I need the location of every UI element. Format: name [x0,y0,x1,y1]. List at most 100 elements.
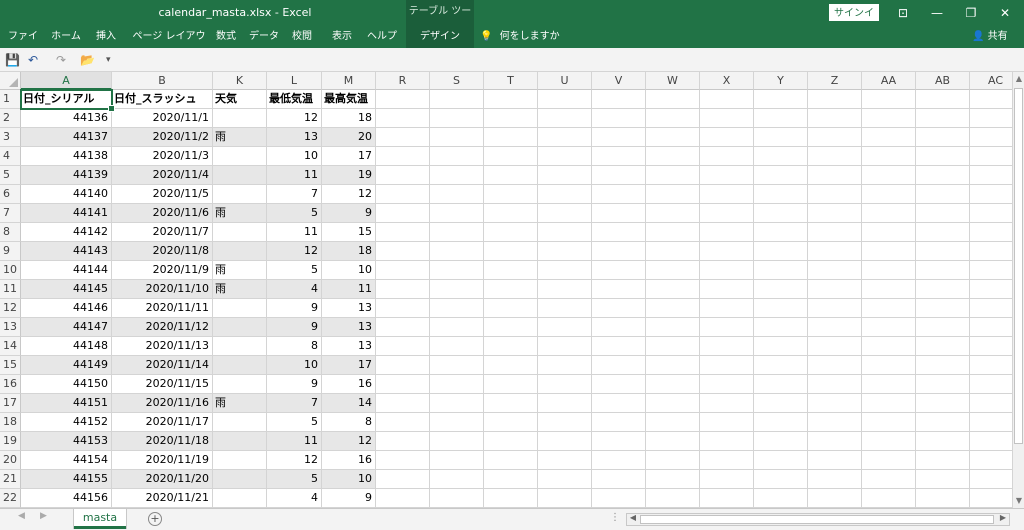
grid-cell[interactable] [754,413,808,432]
grid-cell[interactable] [430,470,484,489]
table-cell[interactable]: 2020/11/12 [112,318,213,337]
table-cell[interactable]: 44141 [21,204,112,223]
grid-cell[interactable] [430,261,484,280]
share-button[interactable]: 👤 共有 [972,26,1008,48]
row-header[interactable]: 1 [0,90,21,109]
table-cell[interactable]: 44144 [21,261,112,280]
table-cell[interactable]: 44155 [21,470,112,489]
grid-cell[interactable] [484,261,538,280]
grid-cell[interactable] [808,128,862,147]
grid-cell[interactable] [538,109,592,128]
grid-cell[interactable] [916,90,970,109]
grid-cell[interactable] [808,204,862,223]
grid-cell[interactable] [430,147,484,166]
grid-cell[interactable] [538,128,592,147]
grid-cell[interactable] [754,299,808,318]
grid-cell[interactable] [808,166,862,185]
table-cell[interactable]: 5 [267,470,322,489]
column-header-k[interactable]: K [213,72,267,90]
grid-cell[interactable] [592,223,646,242]
grid-cell[interactable] [646,299,700,318]
table-cell[interactable] [213,147,267,166]
table-cell[interactable] [213,489,267,508]
table-cell[interactable]: 44143 [21,242,112,261]
table-cell[interactable]: 雨 [213,261,267,280]
grid-cell[interactable] [376,451,430,470]
table-cell[interactable]: 2020/11/9 [112,261,213,280]
column-header-x[interactable]: X [700,72,754,90]
add-sheet-icon[interactable]: + [148,512,162,526]
grid-cell[interactable] [754,337,808,356]
grid-cell[interactable] [700,394,754,413]
scroll-down-icon[interactable]: ▼ [1013,496,1024,505]
grid-cell[interactable] [862,280,916,299]
table-cell[interactable] [213,451,267,470]
table-cell[interactable]: 13 [322,337,376,356]
grid-cell[interactable] [916,394,970,413]
grid-cell[interactable] [538,470,592,489]
tell-me-search[interactable]: 💡 何をしますか [480,26,560,48]
grid-cell[interactable] [430,299,484,318]
grid-cell[interactable] [700,451,754,470]
grid-cell[interactable] [862,432,916,451]
table-cell[interactable]: 44142 [21,223,112,242]
tab-file[interactable]: ファイル [4,26,42,64]
grid-cell[interactable] [808,185,862,204]
grid-cell[interactable] [754,128,808,147]
table-cell[interactable]: 18 [322,242,376,261]
table-cell[interactable] [213,242,267,261]
grid-cell[interactable] [700,261,754,280]
table-cell[interactable] [213,185,267,204]
row-header[interactable]: 14 [0,337,21,356]
grid-cell[interactable] [754,185,808,204]
grid-cell[interactable] [376,299,430,318]
grid-cell[interactable] [484,413,538,432]
table-cell[interactable]: 11 [267,166,322,185]
grid-cell[interactable] [970,128,1012,147]
grid-cell[interactable] [430,451,484,470]
column-header-t[interactable]: T [484,72,538,90]
grid-cell[interactable] [970,356,1012,375]
table-cell[interactable]: 9 [322,204,376,223]
grid-cell[interactable] [754,489,808,508]
table-cell[interactable]: 5 [267,204,322,223]
table-cell[interactable]: 20 [322,128,376,147]
table-cell[interactable]: 2020/11/17 [112,413,213,432]
grid-cell[interactable] [592,185,646,204]
column-header-u[interactable]: U [538,72,592,90]
table-cell[interactable]: 雨 [213,128,267,147]
grid-cell[interactable] [646,223,700,242]
grid-cell[interactable] [808,489,862,508]
split-handle-icon[interactable]: ⋮ [610,512,620,523]
grid-cell[interactable] [808,356,862,375]
grid-cell[interactable] [862,337,916,356]
grid-cell[interactable] [970,109,1012,128]
grid-cell[interactable] [916,242,970,261]
grid-cell[interactable] [484,242,538,261]
grid-cell[interactable] [592,128,646,147]
column-header-m[interactable]: M [322,72,376,90]
table-cell[interactable]: 44140 [21,185,112,204]
grid-cell[interactable] [700,242,754,261]
column-header-ab[interactable]: AB [916,72,970,90]
grid-cell[interactable] [592,166,646,185]
grid-cell[interactable] [646,470,700,489]
grid-cell[interactable] [592,470,646,489]
grid-cell[interactable] [808,261,862,280]
grid-cell[interactable] [376,147,430,166]
grid-cell[interactable] [970,432,1012,451]
grid-cell[interactable] [916,280,970,299]
table-cell[interactable]: 44136 [21,109,112,128]
grid-cell[interactable] [916,375,970,394]
grid-cell[interactable] [700,413,754,432]
grid-cell[interactable] [430,90,484,109]
grid-cell[interactable] [916,128,970,147]
column-header-w[interactable]: W [646,72,700,90]
row-header[interactable]: 5 [0,166,21,185]
grid-cell[interactable] [430,375,484,394]
horizontal-scroll-thumb[interactable] [640,515,994,524]
grid-cell[interactable] [916,337,970,356]
grid-cell[interactable] [592,432,646,451]
grid-cell[interactable] [808,109,862,128]
tab-insert[interactable]: 挿入 [90,26,122,48]
